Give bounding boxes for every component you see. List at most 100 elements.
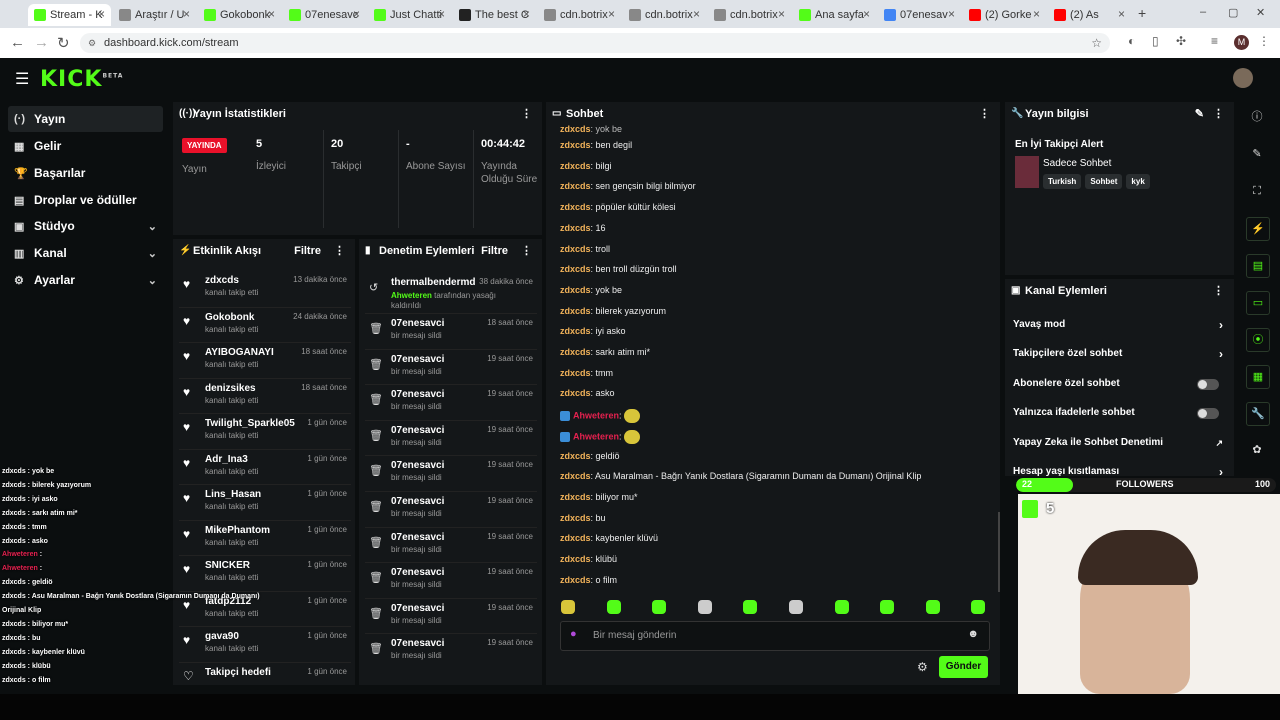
activity-username[interactable]: Takipçi hedefi — [205, 667, 271, 678]
chat-username[interactable]: zdxcds — [560, 202, 591, 212]
chat-bubble-icon[interactable]: ▭ — [1246, 291, 1270, 315]
emote-icon[interactable] — [925, 600, 940, 614]
emote-icon[interactable] — [834, 600, 849, 614]
toggle-switch[interactable] — [1197, 408, 1219, 420]
moderation-actor[interactable]: Ahweteren — [391, 291, 432, 300]
browser-tab[interactable]: 07enesavc × — [283, 4, 366, 26]
emote-icon[interactable] — [652, 600, 667, 614]
extension-icon[interactable]: ◐ — [1128, 34, 1135, 48]
chat-username[interactable]: zdxcds — [560, 181, 591, 191]
moderation-target[interactable]: 07enesavci — [391, 460, 444, 471]
activity-username[interactable]: MikePhantom — [205, 525, 270, 536]
address-input[interactable]: ⚙ dashboard.kick.com/stream ☆ — [80, 33, 1110, 53]
moderation-target[interactable]: 07enesavci — [391, 389, 444, 400]
more-options-icon[interactable]: ⋮ — [521, 239, 532, 263]
chat-username[interactable]: zdxcds — [560, 513, 591, 523]
moderation-target[interactable]: thermalbendermd — [391, 277, 475, 288]
stream-category[interactable]: Sadece Sohbet — [1043, 158, 1111, 169]
more-options-icon[interactable]: ⋮ — [1213, 102, 1224, 126]
emote-icon[interactable] — [606, 600, 621, 614]
tab-close-icon[interactable]: × — [863, 7, 870, 21]
browser-tab[interactable]: cdn.botrix × — [538, 4, 621, 26]
sidebar-item-6[interactable]: ⚙ Ayarlar ⌄ — [8, 267, 163, 293]
chat-username[interactable]: zdxcds — [560, 368, 591, 378]
moderation-target[interactable]: 07enesavci — [391, 425, 444, 436]
chat-username[interactable]: zdxcds — [560, 306, 591, 316]
chat-input[interactable]: ● Bir mesaj gönderin ☻ — [560, 621, 990, 651]
tab-close-icon[interactable]: × — [1033, 7, 1040, 21]
edit-pencil-icon[interactable]: ✎ — [1195, 102, 1204, 126]
chat-username[interactable]: zdxcds — [560, 244, 591, 254]
tab-close-icon[interactable]: × — [353, 7, 360, 21]
send-button[interactable]: Gönder — [939, 656, 988, 678]
browser-tab[interactable]: Just Chatti × — [368, 4, 451, 26]
tab-close-icon[interactable]: × — [98, 7, 105, 21]
browser-tab[interactable]: (2) Gorke × — [963, 4, 1046, 26]
filter-button[interactable]: Filtre — [481, 239, 508, 263]
emote-icon[interactable] — [880, 600, 895, 614]
chat-username[interactable]: zdxcds — [560, 285, 591, 295]
profile-avatar[interactable]: M — [1234, 35, 1249, 50]
user-avatar[interactable] — [1233, 68, 1253, 88]
chat-scrollbar[interactable] — [998, 512, 1000, 592]
activity-username[interactable]: gava90 — [205, 631, 239, 642]
toggle-switch[interactable] — [1197, 378, 1219, 390]
chat-username[interactable]: zdxcds — [560, 388, 591, 398]
activity-username[interactable]: Gokobonk — [205, 312, 254, 323]
filter-button[interactable]: Filtre — [294, 239, 321, 263]
emote-icon[interactable] — [971, 600, 986, 614]
more-options-icon[interactable]: ⋮ — [521, 102, 532, 126]
activity-username[interactable]: Adr_Ina3 — [205, 454, 248, 465]
kick-logo[interactable]: KICKBETA — [40, 67, 123, 92]
edit-icon[interactable]: ✎ — [1246, 143, 1268, 165]
moderation-target[interactable]: 07enesavci — [391, 603, 444, 614]
broadcast-icon[interactable]: ⦿ — [1246, 328, 1270, 352]
moderation-target[interactable]: 07enesavci — [391, 354, 444, 365]
browser-tab[interactable]: The best C × — [453, 4, 536, 26]
chat-username[interactable]: zdxcds — [560, 492, 591, 502]
browser-tab[interactable]: (2) As × — [1048, 4, 1131, 26]
browser-tab[interactable]: 07enesav × — [878, 4, 961, 26]
notes-icon[interactable]: ▤ — [1246, 254, 1270, 278]
activity-username[interactable]: denizsikes — [205, 383, 256, 394]
more-options-icon[interactable]: ⋮ — [1213, 279, 1224, 303]
moderation-target[interactable]: 07enesavci — [391, 318, 444, 329]
chevron-right-icon[interactable]: › — [1219, 461, 1223, 476]
fullscreen-icon[interactable]: ⛶ — [1246, 180, 1268, 202]
extensions-puzzle-icon[interactable]: ✣ — [1176, 34, 1186, 48]
external-link-icon[interactable]: ↗ — [1215, 432, 1223, 454]
channel-action-row[interactable]: Abonelere özel sohbet — [1005, 373, 1233, 395]
sidebar-item-0[interactable]: (·) Yayın — [8, 106, 163, 132]
moderation-target[interactable]: 07enesavci — [391, 638, 444, 649]
minimize-icon[interactable]: – — [1200, 6, 1206, 18]
stream-tag[interactable]: kyk — [1126, 174, 1150, 189]
info-icon[interactable]: ⓘ — [1246, 106, 1268, 128]
tab-close-icon[interactable]: × — [608, 7, 615, 21]
channel-action-row[interactable]: Hesap yaşı kısıtlaması › — [1005, 461, 1233, 476]
tab-close-icon[interactable]: × — [693, 7, 700, 21]
chat-username[interactable]: Ahweteren — [573, 410, 619, 420]
chevron-down-icon[interactable]: ⌄ — [148, 220, 157, 233]
activity-username[interactable]: AYIBOGANAYI — [205, 347, 274, 358]
chevron-right-icon[interactable]: › — [1219, 343, 1223, 365]
chat-settings-gear-icon[interactable]: ⚙ — [917, 660, 928, 674]
hamburger-menu-icon[interactable]: ☰ — [15, 69, 29, 89]
activity-username[interactable]: Lins_Hasan — [205, 489, 261, 500]
chat-username[interactable]: zdxcds — [560, 140, 591, 150]
stream-tag[interactable]: Sohbet — [1085, 174, 1123, 189]
palette-icon[interactable]: ✿ — [1246, 439, 1268, 461]
bookmark-star-icon[interactable]: ☆ — [1091, 33, 1102, 53]
browser-tab[interactable]: cdn.botrix × — [623, 4, 706, 26]
channel-action-row[interactable]: Yavaş mod › — [1005, 314, 1233, 336]
lightning-icon[interactable]: ⚡ — [1246, 217, 1270, 241]
chevron-right-icon[interactable]: › — [1219, 314, 1223, 336]
tab-close-icon[interactable]: × — [438, 7, 445, 21]
tab-close-icon[interactable]: × — [1118, 7, 1125, 21]
new-tab-icon[interactable]: + — [1138, 5, 1146, 21]
activity-username[interactable]: SNICKER — [205, 560, 250, 571]
more-options-icon[interactable]: ⋮ — [334, 239, 345, 263]
chat-username[interactable]: zdxcds — [560, 347, 591, 357]
stream-tag[interactable]: Turkish — [1043, 174, 1082, 189]
sidebar-item-1[interactable]: ▦ Gelir — [8, 133, 163, 159]
browser-tab[interactable]: Araştır / U × — [113, 4, 196, 26]
